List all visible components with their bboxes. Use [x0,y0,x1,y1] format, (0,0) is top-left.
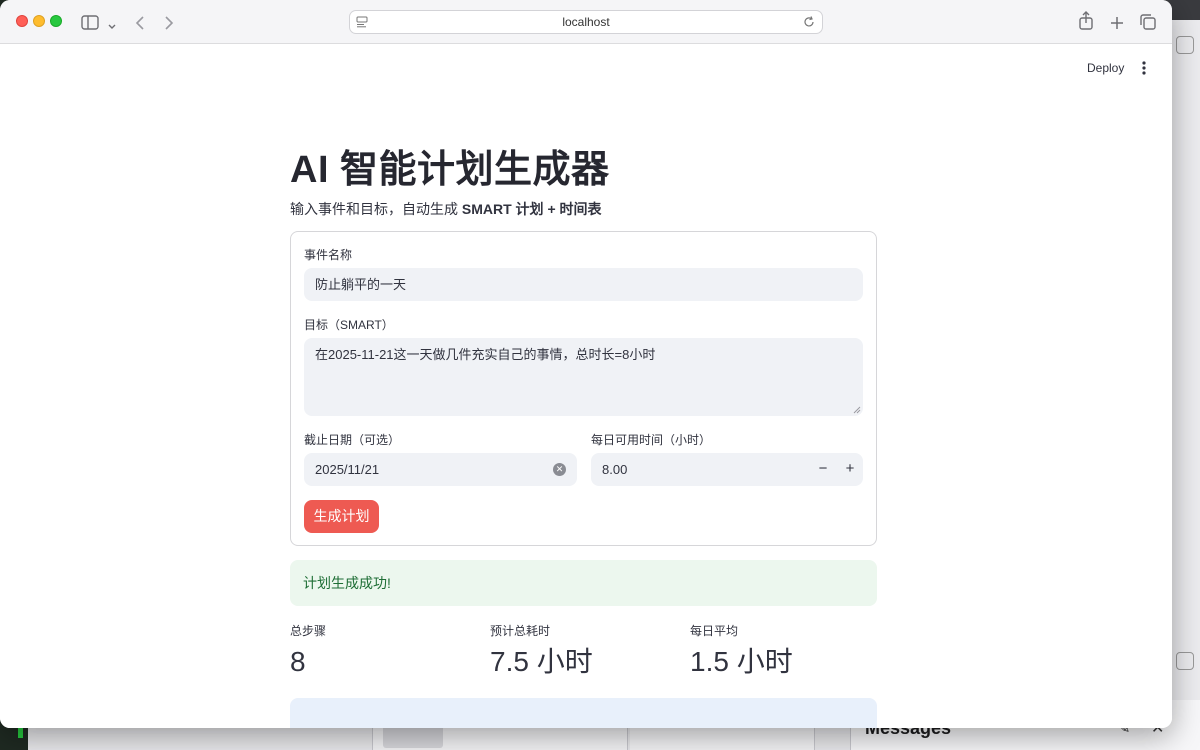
event-name-label: 事件名称 [304,248,353,262]
event-name-input[interactable]: 防止躺平的一天 [304,268,863,301]
metric-value: 7.5 小时 [490,646,593,677]
zoom-window-button[interactable] [50,15,62,27]
page-subtitle: 输入事件和目标，自动生成 SMART 计划 + 时间表 [290,199,602,219]
metric-daily-average: 每日平均 1.5 小时 [690,622,880,679]
clear-icon[interactable]: ✕ [553,463,566,476]
background-tabs-icon [1176,36,1194,54]
goal-value: 在2025-11-21这一天做几件充实自己的事情，总时长=8小时 [315,347,656,362]
chevron-down-icon[interactable] [107,17,117,37]
page-title: AI 智能计划生成器 [290,149,610,191]
browser-toolbar: localhost [0,0,1172,44]
forward-icon[interactable] [163,13,175,33]
share-icon[interactable] [1078,11,1094,31]
metric-total-time: 预计总耗时 7.5 小时 [490,622,680,679]
metric-value: 1.5 小时 [690,646,793,677]
success-alert: 计划生成成功! [290,560,877,606]
plan-form: 事件名称 防止躺平的一天 目标（SMART） 在2025-11-21这一天做几件… [290,231,877,546]
goal-textarea[interactable]: 在2025-11-21这一天做几件充实自己的事情，总时长=8小时 [304,338,863,416]
subtitle-bold-text: SMART 计划 + 时间表 [461,201,602,217]
back-icon[interactable] [134,13,146,33]
metric-label: 预计总耗时 [490,624,551,638]
deploy-button[interactable]: Deploy [1081,59,1130,77]
metric-value: 8 [290,646,306,677]
deadline-date-input[interactable]: 2025/11/21 ✕ [304,453,577,486]
goal-label: 目标（SMART） [304,318,394,332]
background-button-icon [1176,652,1194,670]
metric-label: 总步骤 [290,624,327,638]
minimize-window-button[interactable] [33,15,45,27]
deadline-value: 2025/11/21 [315,462,380,477]
info-alert [290,698,877,728]
close-window-button[interactable] [16,15,28,27]
background-window-edge [1172,20,1200,700]
reload-icon[interactable] [802,15,816,29]
deadline-label: 截止日期（可选） [304,433,401,447]
decrement-button[interactable]: − [814,460,832,478]
success-message: 计划生成成功! [303,575,391,591]
daily-hours-value: 8.00 [602,462,628,477]
increment-button[interactable]: + [841,460,859,478]
event-name-value: 防止躺平的一天 [315,277,407,292]
browser-window: localhost Deploy AI 智能计划生成器 输入事件和目标，自动生成… [0,0,1172,728]
more-options-icon[interactable] [1138,60,1150,76]
address-bar[interactable]: localhost [349,10,823,34]
resize-handle-icon[interactable] [853,406,861,414]
app-content: Deploy AI 智能计划生成器 输入事件和目标，自动生成 SMART 计划 … [0,44,1172,728]
metric-label: 每日平均 [690,624,739,638]
generate-plan-button[interactable]: 生成计划 [304,500,379,533]
new-tab-icon[interactable] [1109,13,1125,33]
subtitle-text: 输入事件和目标，自动生成 [290,201,462,217]
metric-total-steps: 总步骤 8 [290,622,480,679]
url-text: localhost [562,15,610,29]
tab-overview-icon[interactable] [1139,12,1157,32]
daily-hours-number-input[interactable]: 8.00 − + [591,453,863,486]
daily-hours-label: 每日可用时间（小时） [591,433,712,447]
sidebar-icon[interactable] [81,13,99,33]
